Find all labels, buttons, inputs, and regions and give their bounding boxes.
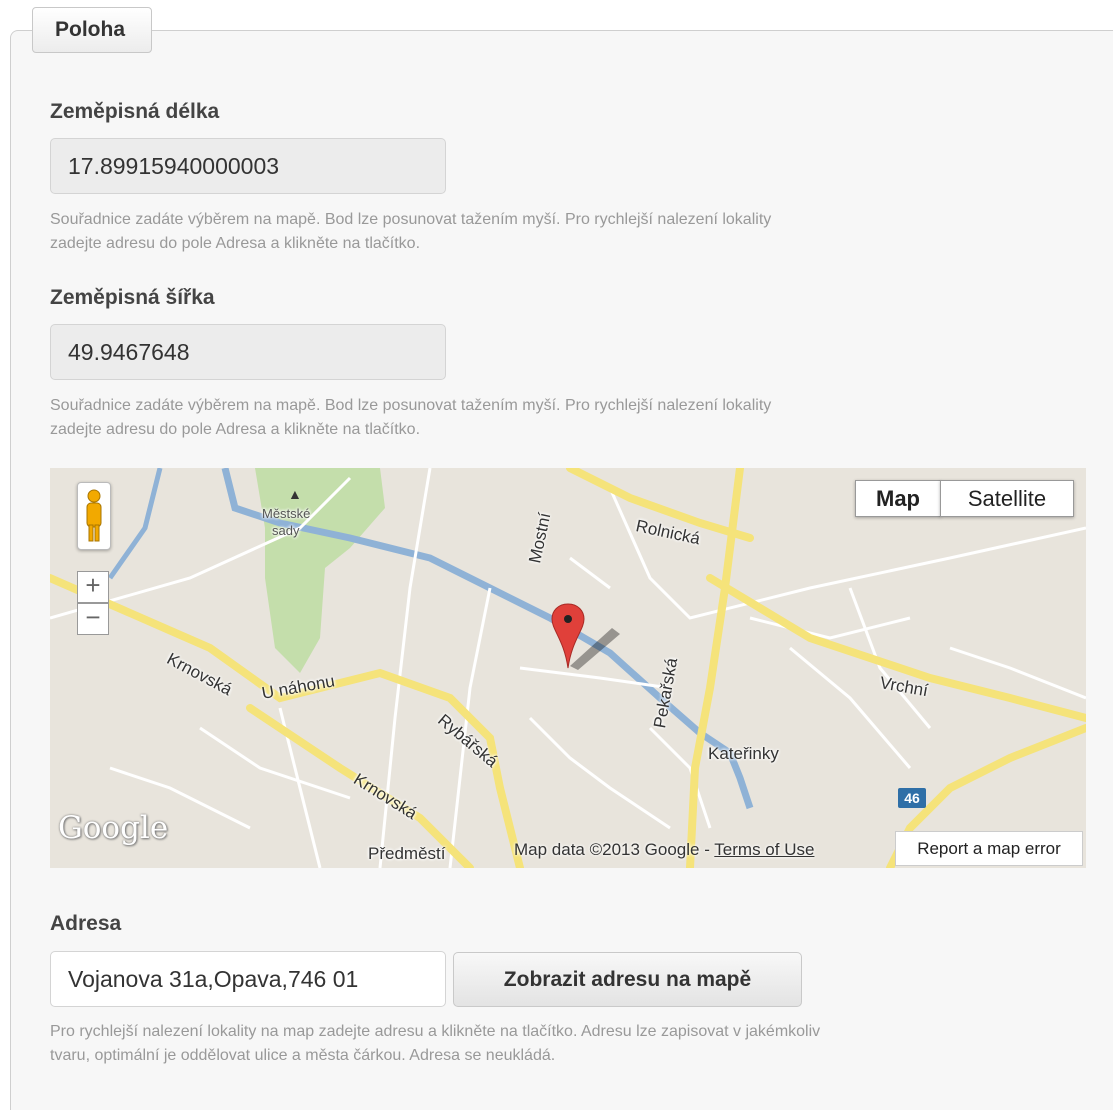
terms-of-use-link[interactable]: Terms of Use <box>714 840 814 859</box>
report-map-error-link[interactable]: Report a map error <box>895 831 1083 866</box>
longitude-hint: Souřadnice zadáte výběrem na mapě. Bod l… <box>50 208 1060 256</box>
google-logo: Google <box>58 810 169 846</box>
route-shield: 46 <box>898 788 926 808</box>
zoom-out-button[interactable]: − <box>77 603 109 635</box>
map-label-katerinky: Kateřinky <box>708 744 779 763</box>
pegman-icon <box>86 489 102 542</box>
longitude-hint-line2: zadejte adresu do pole Adresa a klikněte… <box>50 235 421 252</box>
longitude-label: Zeměpisná délka <box>50 100 220 123</box>
park-tree-icon: ▲ <box>288 486 302 502</box>
longitude-hint-line1: Souřadnice zadáte výběrem na mapě. Bod l… <box>50 211 772 228</box>
address-hint-line2: tvaru, optimální je oddělovat ulice a mě… <box>50 1047 556 1064</box>
latitude-hint: Souřadnice zadáte výběrem na mapě. Bod l… <box>50 394 1060 442</box>
attribution-text: Map data ©2013 Google - <box>514 840 715 859</box>
canal <box>107 468 163 580</box>
longitude-input[interactable] <box>50 138 446 194</box>
address-input[interactable] <box>50 951 446 1007</box>
map-label-predmesti: Předměstí <box>368 844 446 863</box>
zoom-in-button[interactable]: + <box>77 571 109 603</box>
street-view-pegman[interactable] <box>77 482 111 550</box>
map-label-sady: sady <box>272 523 300 538</box>
address-label: Adresa <box>50 912 122 935</box>
map-canvas[interactable]: Městské sady ▲ Mostní Rolnická Krnovská … <box>50 468 1086 868</box>
location-marker-icon[interactable] <box>550 600 630 672</box>
map-type-map-button[interactable]: Map <box>855 480 941 517</box>
map-attribution: Map data ©2013 Google - Terms of Use <box>514 840 814 860</box>
fieldset-legend: Poloha <box>32 7 152 53</box>
map-type-satellite-button[interactable]: Satellite <box>940 480 1074 517</box>
address-hint: Pro rychlejší nalezení lokality na map z… <box>50 1020 1060 1068</box>
latitude-label: Zeměpisná šířka <box>50 286 215 309</box>
address-hint-line1: Pro rychlejší nalezení lokality na map z… <box>50 1023 821 1040</box>
park-area <box>255 468 385 673</box>
latitude-input[interactable] <box>50 324 446 380</box>
show-address-button[interactable]: Zobrazit adresu na mapě <box>453 952 802 1007</box>
map-label-mestske: Městské <box>262 506 311 521</box>
latitude-hint-line1: Souřadnice zadáte výběrem na mapě. Bod l… <box>50 397 772 414</box>
latitude-hint-line2: zadejte adresu do pole Adresa a klikněte… <box>50 421 421 438</box>
